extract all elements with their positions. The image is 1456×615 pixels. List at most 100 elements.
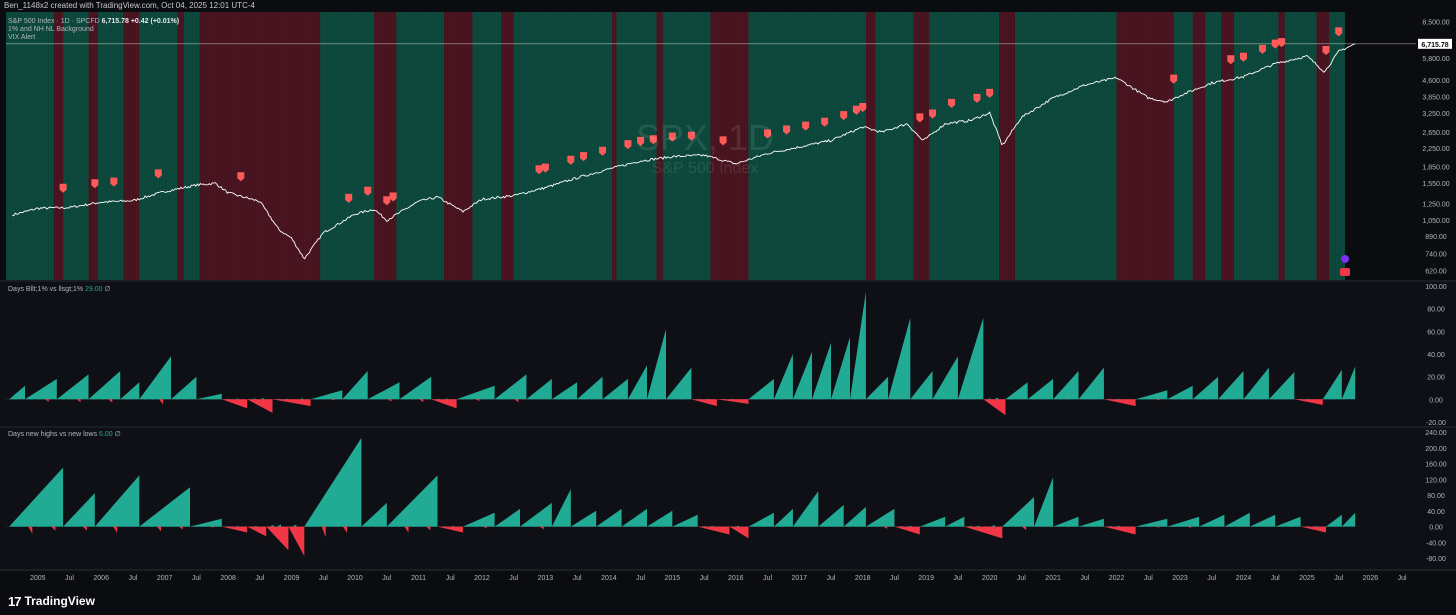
panel2-tick-label: 80.00 xyxy=(1427,307,1445,314)
band-stripe xyxy=(144,12,145,280)
band-stripe xyxy=(1107,12,1108,280)
band-stripe xyxy=(162,12,163,280)
indicator2-label: VIX Alert xyxy=(8,34,36,41)
band-stripe xyxy=(360,12,361,280)
band-stripe xyxy=(588,12,589,280)
panel3-tick-label: 160.00 xyxy=(1425,462,1447,469)
band-stripe xyxy=(1131,12,1132,280)
band-stripe xyxy=(1341,12,1342,280)
price-tick-label: 4,600.00 xyxy=(1422,78,1449,85)
band-stripe xyxy=(1146,12,1147,280)
band-stripe xyxy=(204,12,205,280)
band-stripe xyxy=(1125,12,1126,280)
x-axis-label: 2025 xyxy=(1299,575,1315,582)
panel2-legend[interactable]: Days Bllt;1% vs llsgt;1% 29.00 ∅ xyxy=(8,285,111,293)
band-stripe xyxy=(1230,12,1231,280)
band-stripe xyxy=(447,12,448,280)
panel3-tick-label: 200.00 xyxy=(1425,446,1447,453)
panel3-legend[interactable]: Days new highs vs new lows 6.00 ∅ xyxy=(8,430,121,438)
band-stripe xyxy=(180,12,181,280)
band-stripe xyxy=(1014,12,1015,280)
band-stripe xyxy=(213,12,214,280)
price-tick-label: 890.00 xyxy=(1425,234,1447,241)
band-stripe xyxy=(1287,12,1288,280)
price-tick-label: 8,500.00 xyxy=(1422,19,1449,26)
band-stripe xyxy=(102,12,103,280)
band-stripe xyxy=(1041,12,1042,280)
band-stripe xyxy=(339,12,340,280)
band-stripe xyxy=(240,12,241,280)
band-stripe xyxy=(477,12,478,280)
panel3-tick-label: -80.00 xyxy=(1426,556,1446,563)
band-stripe xyxy=(333,12,334,280)
band-stripe xyxy=(930,12,931,280)
band-stripe xyxy=(822,12,823,280)
band-stripe xyxy=(561,12,562,280)
band-stripe xyxy=(501,12,502,280)
band-stripe xyxy=(969,12,970,280)
band-stripe xyxy=(297,12,298,280)
band-stripe xyxy=(1134,12,1135,280)
band-stripe xyxy=(42,12,43,280)
band-stripe xyxy=(453,12,454,280)
tradingview-logo[interactable]: 17 TradingView xyxy=(8,594,95,609)
band-stripe xyxy=(1074,12,1075,280)
x-axis-label: Jul xyxy=(128,575,137,582)
lightning-icon xyxy=(1341,255,1349,263)
last-price-label: 6,715.78 xyxy=(1421,42,1448,49)
band-stripe xyxy=(591,12,592,280)
x-axis-label: 2010 xyxy=(347,575,363,582)
chart-area[interactable]: 8,500.00 6,715.78 5,800.00 4,600.00 3,850.00… xyxy=(0,12,1456,587)
panel3-bg xyxy=(0,428,1456,570)
band-stripe xyxy=(987,12,988,280)
band-stripe xyxy=(966,12,967,280)
band-stripe xyxy=(105,12,106,280)
band-stripe xyxy=(483,12,484,280)
band-stripe xyxy=(399,12,400,280)
band-stripe xyxy=(1281,12,1282,280)
band-stripe xyxy=(1170,12,1171,280)
band-stripe xyxy=(984,12,985,280)
band-stripe xyxy=(1002,12,1003,280)
x-axis-label: 2023 xyxy=(1172,575,1188,582)
band-stripe xyxy=(1137,12,1138,280)
band-stripe xyxy=(207,12,208,280)
price-tick-label: 620.00 xyxy=(1425,268,1447,275)
band-stripe xyxy=(1167,12,1168,280)
band-stripe xyxy=(1083,12,1084,280)
band-stripe xyxy=(468,12,469,280)
x-axis-label: 2026 xyxy=(1363,575,1379,582)
band-stripe xyxy=(189,12,190,280)
band-stripe xyxy=(372,12,373,280)
band-stripe xyxy=(633,12,634,280)
band-stripe xyxy=(1278,12,1279,280)
band-stripe xyxy=(936,12,937,280)
band-stripe xyxy=(558,12,559,280)
band-stripe xyxy=(225,12,226,280)
band-stripe xyxy=(1023,12,1024,280)
band-stripe xyxy=(1053,12,1054,280)
band-stripe xyxy=(153,12,154,280)
x-axis-label: Jul xyxy=(890,575,899,582)
band-stripe xyxy=(1140,12,1141,280)
band-stripe xyxy=(543,12,544,280)
watermark-name: S&P 500 Index xyxy=(652,160,758,177)
tradingview-logo-icon: 17 xyxy=(8,593,22,609)
band-stripe xyxy=(282,12,283,280)
band-stripe xyxy=(948,12,949,280)
band-stripe xyxy=(504,12,505,280)
x-axis-label: 2016 xyxy=(728,575,744,582)
band-stripe xyxy=(1275,12,1276,280)
red-regime-band xyxy=(199,12,321,280)
x-axis-label: 2020 xyxy=(982,575,998,582)
band-stripe xyxy=(459,12,460,280)
panel2-tick-label: -20.00 xyxy=(1426,420,1446,427)
band-stripe xyxy=(861,12,862,280)
indicator2-legend[interactable]: VIX Alert xyxy=(8,34,35,41)
band-stripe xyxy=(375,12,376,280)
x-axis-label: 2021 xyxy=(1045,575,1061,582)
band-stripe xyxy=(6,12,7,280)
x-axis-label: 2017 xyxy=(791,575,807,582)
indicator1-legend[interactable]: 1% and NH NL Background xyxy=(8,26,94,33)
band-stripe xyxy=(156,12,157,280)
